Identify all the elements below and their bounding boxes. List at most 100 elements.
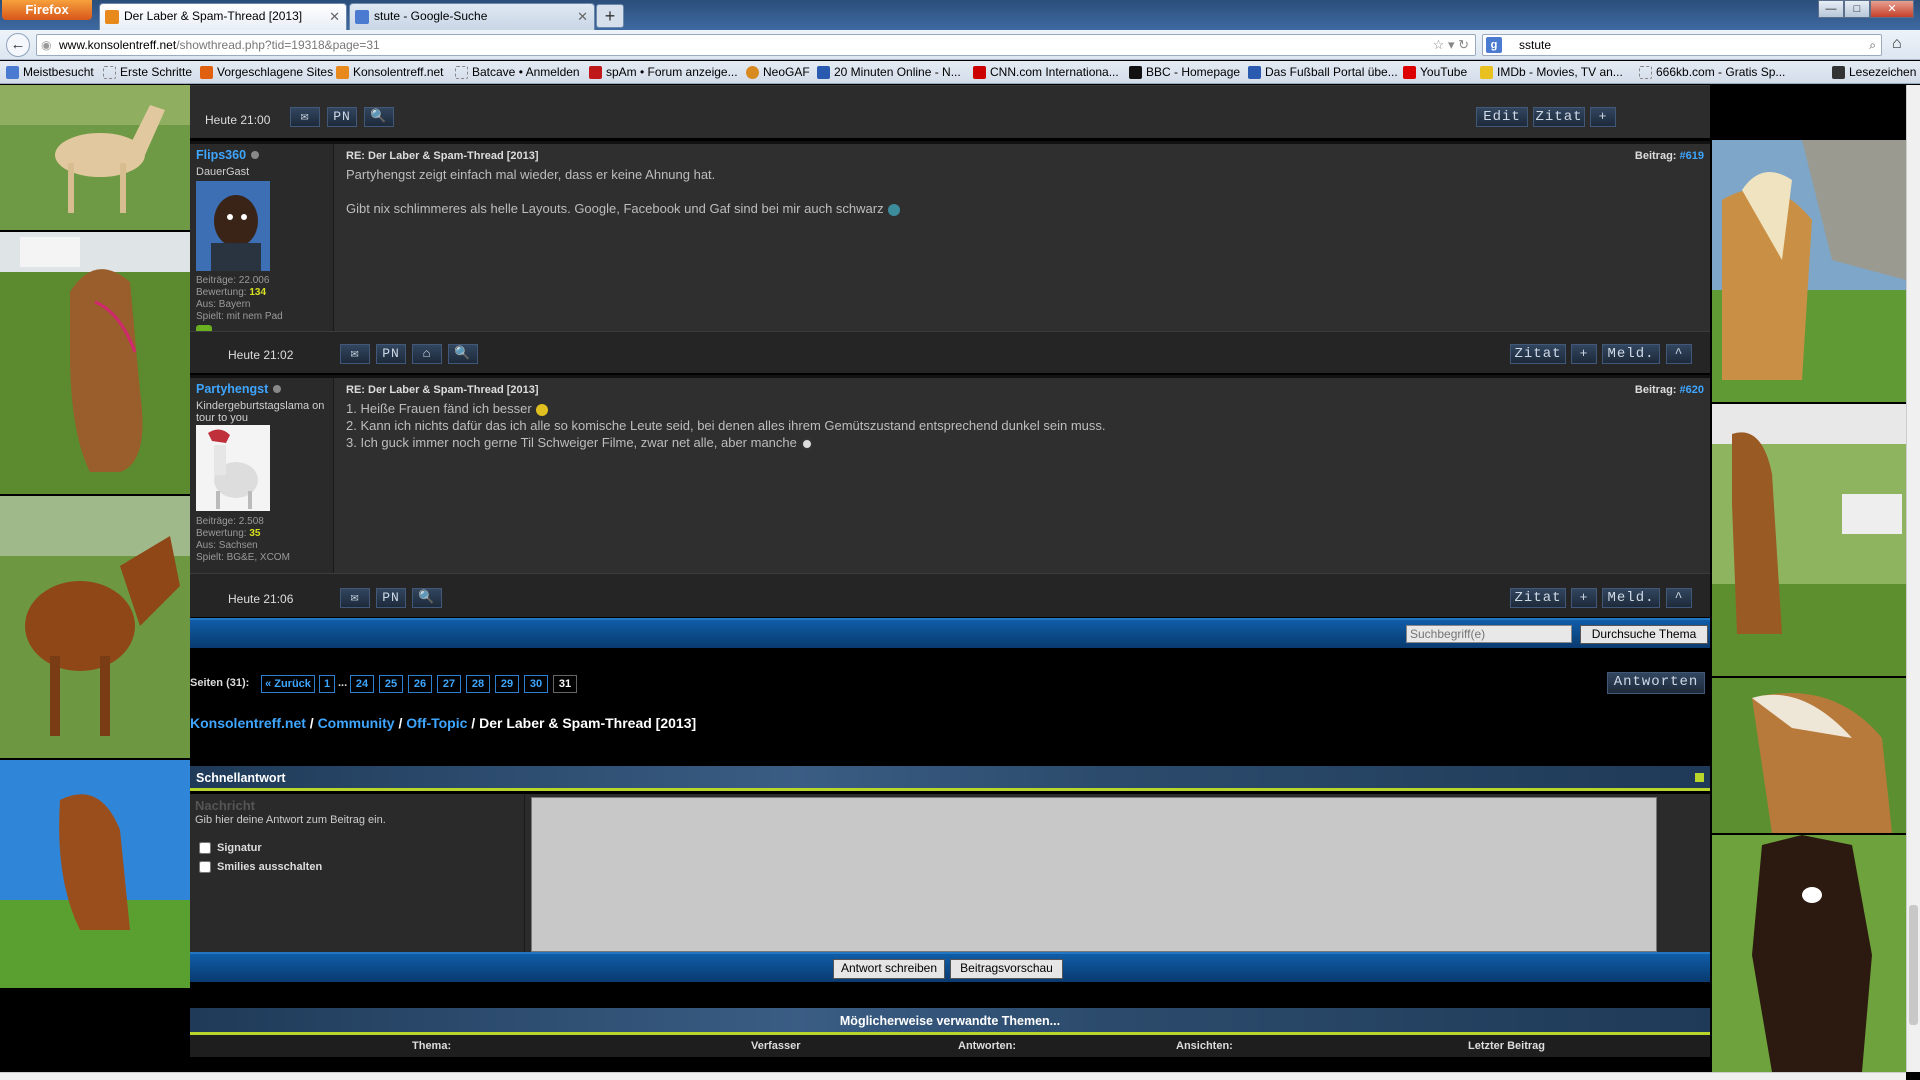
- pagination-label: Seiten (31):: [190, 677, 250, 689]
- horizontal-scrollbar[interactable]: [0, 1072, 1906, 1080]
- bookmark-star-icon[interactable]: ☆: [1433, 37, 1445, 52]
- bookmark-item[interactable]: 20 Minuten Online - N...: [817, 65, 961, 79]
- message-textarea[interactable]: [531, 797, 1657, 952]
- pn-button[interactable]: PN: [327, 107, 357, 127]
- tab-label: Der Laber & Spam-Thread [2013]: [124, 9, 303, 23]
- page-link[interactable]: 24: [350, 675, 374, 693]
- address-bar[interactable]: ◉ www.konsolentreff.net/showthread.php?t…: [36, 34, 1476, 56]
- page-link[interactable]: 28: [466, 675, 490, 693]
- search-user-button[interactable]: 🔍: [412, 588, 442, 608]
- email-button[interactable]: ✉: [340, 588, 370, 608]
- search-thread-button[interactable]: Durchsuche Thema: [1580, 625, 1708, 644]
- scroll-top-button[interactable]: ^: [1666, 588, 1692, 608]
- post-count: Beiträge: 22.006: [196, 275, 270, 286]
- quote-button[interactable]: Zitat: [1510, 588, 1566, 608]
- scrollbar-thumb[interactable]: [1909, 905, 1918, 1025]
- search-user-button[interactable]: 🔍: [364, 107, 394, 127]
- disable-smilies-checkbox[interactable]: [199, 861, 211, 873]
- search-input[interactable]: g sstute ⌕: [1482, 34, 1882, 56]
- signature-checkbox[interactable]: [199, 842, 211, 854]
- page-link[interactable]: 30: [524, 675, 548, 693]
- pn-button[interactable]: PN: [376, 588, 406, 608]
- bookmark-item[interactable]: Erste Schritte: [103, 65, 192, 79]
- avatar[interactable]: [196, 425, 270, 511]
- email-button[interactable]: ✉: [340, 344, 370, 364]
- avatar[interactable]: [196, 181, 270, 271]
- minimize-button[interactable]: —: [1818, 0, 1844, 18]
- homepage-button[interactable]: ⌂: [412, 344, 442, 364]
- page-link[interactable]: 25: [379, 675, 403, 693]
- post-footer: Heute 21:02 ✉ PN ⌂ 🔍 Zitat + Meld. ^: [190, 331, 1710, 373]
- breadcrumb-link[interactable]: Off-Topic: [406, 715, 467, 731]
- maximize-button[interactable]: □: [1844, 0, 1870, 18]
- background-horse-photo: [0, 496, 190, 758]
- thread-search-input[interactable]: [1406, 625, 1572, 643]
- username-link[interactable]: Flips360: [196, 148, 260, 162]
- google-favicon-icon: [355, 10, 369, 24]
- report-button[interactable]: Meld.: [1602, 344, 1660, 364]
- bookmark-item[interactable]: 666kb.com - Gratis Sp...: [1639, 65, 1785, 79]
- bookmark-icon: [336, 66, 349, 79]
- reload-icon[interactable]: ↻: [1458, 37, 1469, 52]
- breadcrumb-link[interactable]: Konsolentreff.net: [190, 715, 306, 731]
- preview-button[interactable]: Beitragsvorschau: [950, 959, 1063, 979]
- bookmark-item[interactable]: Batcave • Anmelden: [455, 65, 580, 79]
- firefox-menu-button[interactable]: Firefox: [2, 0, 92, 20]
- pn-button[interactable]: PN: [376, 344, 406, 364]
- previous-post-footer: Heute 21:00 ✉ PN 🔍 Edit Zitat +: [190, 85, 1710, 138]
- vertical-scrollbar[interactable]: [1906, 85, 1920, 1072]
- quote-button[interactable]: Zitat: [1510, 344, 1566, 364]
- history-dropdown-icon[interactable]: ▾: [1448, 37, 1455, 52]
- breadcrumb-link[interactable]: Community: [318, 715, 395, 731]
- close-window-button[interactable]: ✕: [1870, 0, 1914, 18]
- email-button[interactable]: ✉: [290, 107, 320, 127]
- username-link[interactable]: Partyhengst: [196, 382, 282, 396]
- close-tab-icon[interactable]: ✕: [577, 4, 588, 29]
- page-link[interactable]: 27: [437, 675, 461, 693]
- page-link[interactable]: 26: [408, 675, 432, 693]
- smiley-icon: [800, 437, 813, 450]
- home-icon[interactable]: ⌂: [1892, 35, 1902, 53]
- bookmark-item[interactable]: NeoGAF: [746, 65, 810, 79]
- search-user-button[interactable]: 🔍: [448, 344, 478, 364]
- bookmark-item[interactable]: CNN.com Internationa...: [973, 65, 1119, 79]
- background-horse-photo: [1712, 678, 1906, 833]
- tab-google-search[interactable]: stute - Google-Suche ✕: [349, 3, 595, 30]
- search-icon[interactable]: ⌕: [1869, 35, 1876, 55]
- page-link[interactable]: 1: [319, 675, 335, 693]
- bookmark-item[interactable]: Vorgeschlagene Sites: [200, 65, 333, 79]
- bookmark-item[interactable]: Meistbesucht: [6, 65, 94, 79]
- tab-laber-thread[interactable]: Der Laber & Spam-Thread [2013] ✕: [99, 3, 347, 30]
- bookmark-item[interactable]: IMDb - Movies, TV an...: [1480, 65, 1623, 79]
- report-button[interactable]: Meld.: [1602, 588, 1660, 608]
- post-permalink[interactable]: #620: [1680, 384, 1704, 396]
- scroll-top-button[interactable]: ^: [1666, 344, 1692, 364]
- globe-icon: ◉: [41, 38, 52, 52]
- bookmark-item[interactable]: spAm • Forum anzeige...: [589, 65, 738, 79]
- page-link[interactable]: 29: [495, 675, 519, 693]
- multiquote-button[interactable]: +: [1571, 588, 1597, 608]
- post-permalink[interactable]: #619: [1680, 150, 1704, 162]
- new-tab-button[interactable]: +: [596, 4, 624, 28]
- multiquote-button[interactable]: +: [1590, 107, 1616, 127]
- bookmark-item[interactable]: Konsolentreff.net: [336, 65, 444, 79]
- bookmark-item[interactable]: BBC - Homepage: [1129, 65, 1240, 79]
- google-search-engine-icon[interactable]: g: [1486, 37, 1502, 53]
- bookmark-item[interactable]: Das Fußball Portal übe...: [1248, 65, 1398, 79]
- reply-button[interactable]: Antworten: [1607, 672, 1705, 694]
- collapse-icon[interactable]: [1695, 773, 1704, 782]
- konsolentreff-favicon-icon: [105, 10, 119, 24]
- multiquote-button[interactable]: +: [1571, 344, 1597, 364]
- quote-button[interactable]: Zitat: [1533, 107, 1585, 127]
- bookmarks-menu[interactable]: Lesezeichen: [1832, 65, 1916, 79]
- tab-label: stute - Google-Suche: [374, 9, 488, 23]
- close-tab-icon[interactable]: ✕: [329, 4, 340, 29]
- bookmark-item[interactable]: YouTube: [1403, 65, 1467, 79]
- page-back-link[interactable]: « Zurück: [261, 675, 315, 693]
- forum-post: Partyhengst Kindergeburtstagslama on tou…: [190, 375, 1710, 573]
- edit-button[interactable]: Edit: [1476, 107, 1528, 127]
- back-button[interactable]: ←: [6, 33, 30, 57]
- column-header: Thema:: [412, 1040, 452, 1052]
- background-horse-photo: [1712, 835, 1906, 1072]
- submit-reply-button[interactable]: Antwort schreiben: [833, 959, 945, 979]
